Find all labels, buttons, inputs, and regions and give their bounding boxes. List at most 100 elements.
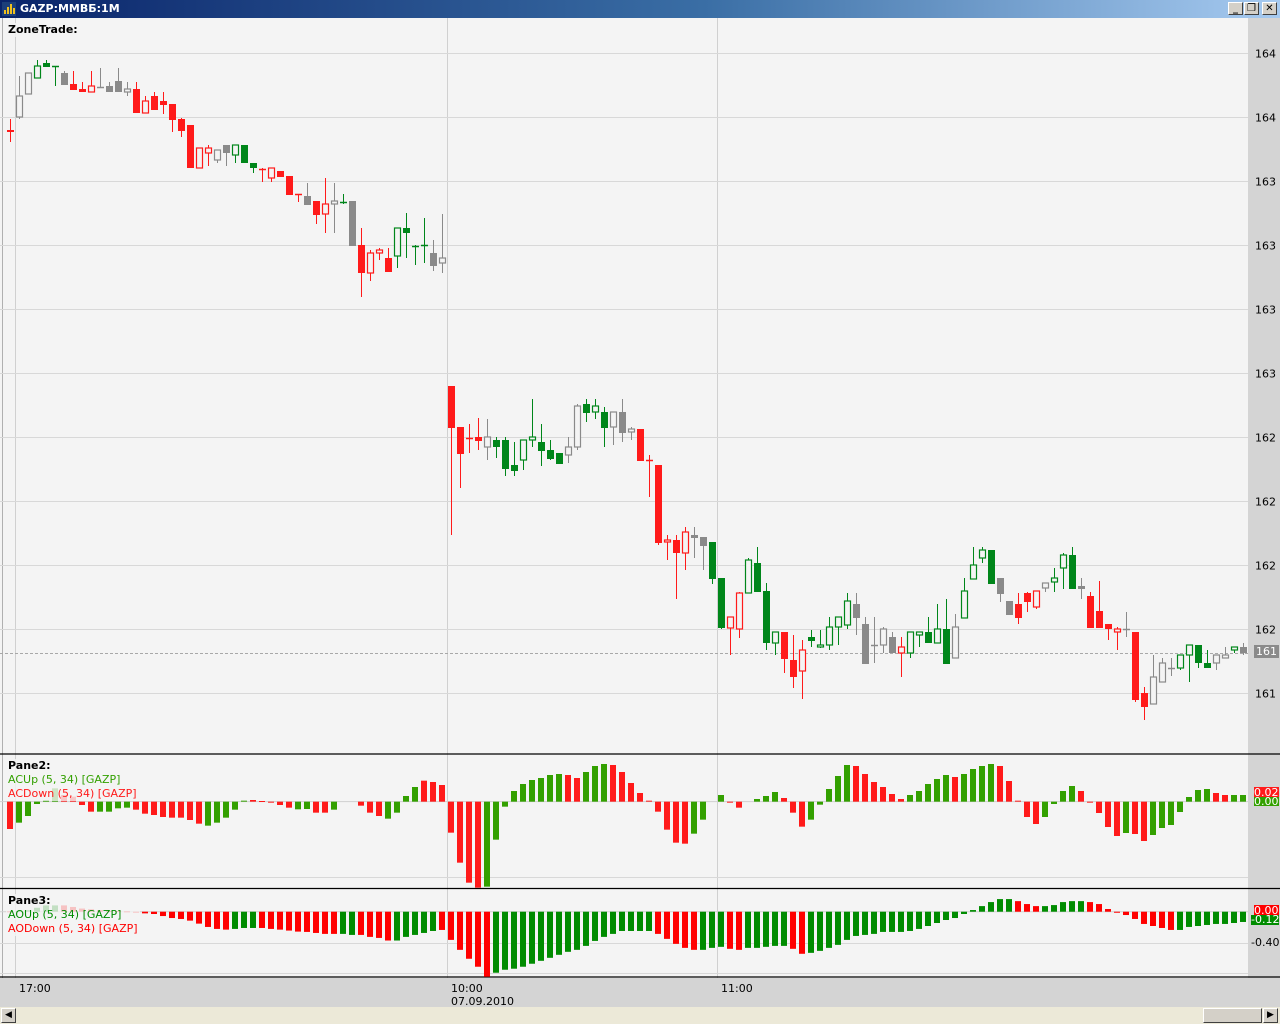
ao-bar bbox=[214, 911, 220, 929]
candle-body-bearish bbox=[673, 540, 680, 553]
candle-body-bullish bbox=[1149, 676, 1158, 705]
ac-bar bbox=[655, 801, 661, 812]
candle-body-bullish bbox=[330, 200, 339, 205]
ao-tick-label: -0.40 bbox=[1251, 936, 1280, 949]
candle-body-bullish bbox=[609, 411, 618, 428]
candle-body-bearish bbox=[1240, 647, 1247, 653]
candle-body-bullish bbox=[969, 564, 978, 580]
ao-bar bbox=[385, 911, 391, 941]
candle-body-bearish bbox=[70, 84, 77, 90]
candle-body-bearish bbox=[7, 130, 14, 132]
ac-bar bbox=[1051, 801, 1057, 804]
ac-bar bbox=[448, 801, 454, 833]
restore-button[interactable]: ❐ bbox=[1244, 2, 1259, 15]
candle-body-bullish bbox=[321, 203, 330, 215]
ao-bar bbox=[673, 911, 679, 944]
scroll-left-button[interactable]: ◀ bbox=[1, 1008, 16, 1023]
ao-bar bbox=[556, 911, 562, 955]
ac-bar bbox=[1132, 801, 1138, 834]
ac-bar bbox=[889, 794, 895, 802]
ac-bar bbox=[529, 780, 535, 802]
candle-body-bearish bbox=[781, 632, 788, 659]
ao-bar bbox=[1015, 901, 1021, 912]
candle-body-bullish bbox=[843, 600, 852, 626]
ao-bar bbox=[331, 911, 337, 934]
ac-bar bbox=[934, 779, 940, 802]
minimize-button[interactable]: _ bbox=[1228, 2, 1243, 15]
ao-bar bbox=[682, 911, 688, 948]
ao-bar bbox=[196, 911, 202, 924]
ac-bar bbox=[322, 801, 328, 813]
scroll-right-button[interactable]: ▶ bbox=[1263, 1008, 1278, 1023]
candle-body-bearish bbox=[385, 258, 392, 272]
ao-bar bbox=[259, 911, 265, 928]
ac-bar bbox=[1168, 801, 1174, 825]
ac-bar bbox=[835, 776, 841, 802]
candle-body-bearish bbox=[709, 542, 716, 579]
ao-bar bbox=[421, 911, 427, 933]
candle-body-bearish bbox=[79, 89, 86, 92]
ao-bar bbox=[502, 911, 508, 970]
ao-bar bbox=[961, 911, 967, 914]
candle-body-bullish bbox=[1059, 554, 1068, 569]
ac-bar bbox=[1069, 786, 1075, 802]
candle-body-bullish bbox=[591, 405, 600, 413]
ao-bar bbox=[538, 911, 544, 961]
ao-bar bbox=[898, 911, 904, 932]
ao-bar bbox=[376, 911, 382, 938]
candle-body-bearish bbox=[556, 453, 563, 464]
ac-bar bbox=[232, 801, 238, 810]
ac-bar bbox=[898, 799, 904, 802]
candle-body-bearish bbox=[493, 440, 500, 447]
candle-body-bullish bbox=[375, 249, 384, 254]
ac-bar bbox=[313, 801, 319, 813]
ao-bar bbox=[880, 911, 886, 932]
time-label: 10:00 bbox=[451, 982, 483, 995]
horizontal-scrollbar[interactable]: ◀ ▶ bbox=[0, 1007, 1280, 1024]
ao-bar bbox=[1168, 911, 1174, 930]
ac-bar bbox=[1141, 801, 1147, 841]
ac-bar bbox=[1213, 793, 1219, 802]
candle-body-bullish bbox=[1158, 662, 1167, 683]
ao-bar bbox=[358, 911, 364, 935]
ao-bar bbox=[754, 911, 760, 948]
candle-body-bearish bbox=[313, 201, 320, 215]
ao-bar bbox=[1231, 911, 1237, 923]
chart-canvas[interactable]: 164 164 163 163 163 163 162 162 162 162 161 bbox=[0, 18, 1280, 978]
candle-body-bearish bbox=[349, 201, 356, 246]
candle-body-bearish bbox=[1006, 601, 1013, 615]
candle-body-bullish bbox=[366, 252, 375, 274]
price-tick-label: 163 bbox=[1255, 240, 1276, 253]
price-tick-label: 161 bbox=[1255, 688, 1276, 701]
ao-bar bbox=[1042, 906, 1048, 912]
close-button[interactable]: ✕ bbox=[1262, 2, 1277, 15]
ac-bar bbox=[628, 783, 634, 802]
price-tick-label: 162 bbox=[1255, 496, 1276, 509]
ao-bar bbox=[1141, 911, 1147, 924]
ao-bar bbox=[691, 911, 697, 950]
ac-bar bbox=[997, 766, 1003, 802]
ac-bar bbox=[1231, 795, 1237, 802]
ao-bar bbox=[268, 911, 274, 929]
ao-bar bbox=[1222, 911, 1228, 924]
ac-bar bbox=[106, 801, 112, 812]
ao-bar bbox=[907, 911, 913, 931]
candle-body-bearish bbox=[223, 145, 230, 153]
ac-bar bbox=[124, 801, 130, 808]
candle-body-bearish bbox=[988, 550, 995, 584]
pane3-title: Pane3: bbox=[8, 894, 51, 907]
ao-bar bbox=[979, 906, 985, 912]
price-tick-label: 162 bbox=[1255, 560, 1276, 573]
time-label: 17:00 bbox=[19, 982, 51, 995]
scrollbar-thumb[interactable] bbox=[1203, 1008, 1262, 1023]
candle-body-bearish bbox=[286, 176, 293, 195]
ac-bar bbox=[205, 801, 211, 826]
ac-bar bbox=[520, 784, 526, 802]
ao-bar bbox=[232, 911, 238, 929]
candle-body-bearish bbox=[178, 119, 185, 131]
ac-bar bbox=[1033, 801, 1039, 824]
ao-bar bbox=[322, 911, 328, 934]
candle-body-bearish bbox=[1195, 645, 1202, 663]
ao-bar bbox=[799, 911, 805, 954]
ao-bar bbox=[250, 911, 256, 928]
